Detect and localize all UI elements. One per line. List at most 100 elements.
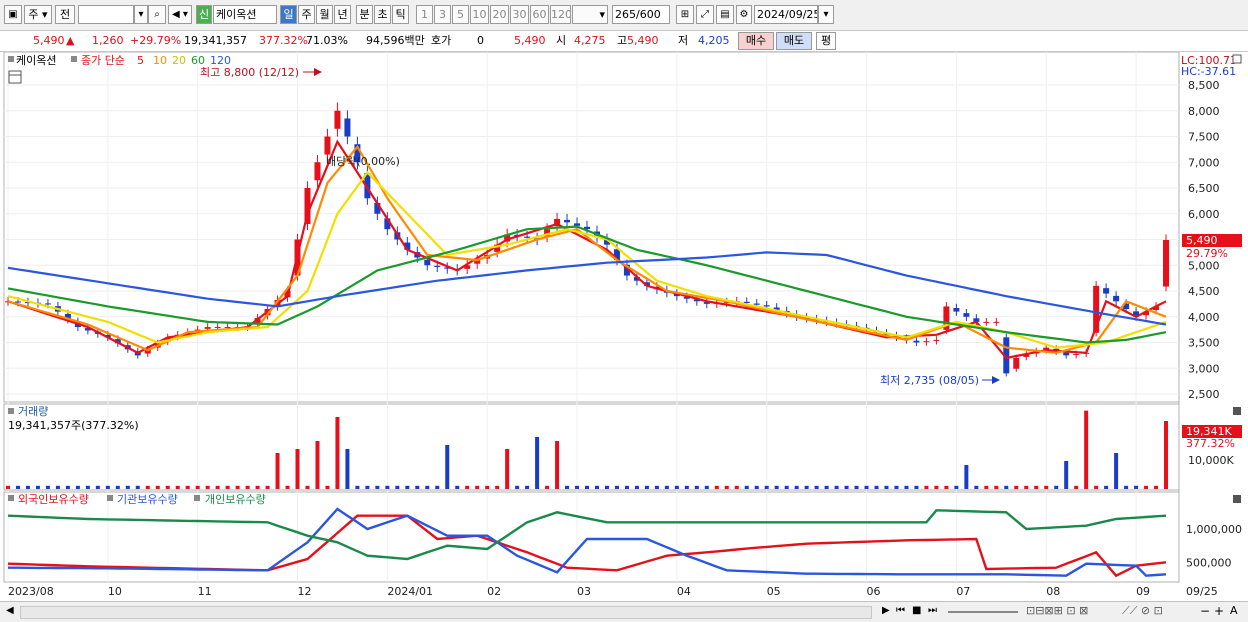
candle-body — [923, 341, 930, 343]
draw-icons[interactable]: ⟋⟋ ⊘ ⊡ — [1122, 604, 1163, 618]
volume-bar — [694, 485, 699, 489]
volume-bar — [894, 485, 899, 489]
code-dropdown-icon[interactable]: ▾ — [134, 5, 148, 24]
volume-bar — [1014, 485, 1019, 489]
open-value: 4,275 — [574, 34, 606, 47]
volume-bar — [974, 485, 979, 489]
volume-bar — [315, 441, 320, 489]
period-week-tab[interactable]: 주 — [298, 5, 315, 24]
volume-bar — [904, 485, 909, 489]
zoom-slider[interactable] — [948, 611, 1018, 613]
tool-icons[interactable]: ⊡⊟⊠⊞ ⊡ ⊠ — [1026, 604, 1088, 617]
first-icon[interactable]: ⏮ — [896, 605, 905, 616]
interval-select[interactable]: ▾ — [572, 5, 608, 24]
holdings-indiv-label[interactable]: 개인보유수량 — [205, 493, 266, 506]
eval-button[interactable]: 평 — [816, 32, 836, 50]
period-day-tab[interactable]: 일 — [280, 5, 297, 24]
stop-icon[interactable]: ■ — [912, 605, 921, 616]
legend-ma-5[interactable]: 5 — [137, 54, 144, 67]
volume-close-icon[interactable] — [1233, 407, 1241, 415]
change-value: 1,260 — [92, 34, 124, 47]
period-month-tab[interactable]: 월 — [316, 5, 333, 24]
scroll-left-icon[interactable]: ◀ — [6, 605, 14, 616]
scroll-right-icon[interactable]: ▶ — [882, 605, 890, 616]
candle-body — [434, 265, 441, 267]
volume-bar — [555, 441, 560, 489]
count-field[interactable]: 265/600 — [612, 5, 670, 24]
volume-bar — [1114, 453, 1119, 489]
period-second-tab[interactable]: 초 — [374, 5, 391, 24]
zoom-out-icon[interactable]: − — [1200, 604, 1210, 618]
legend-ma-20[interactable]: 20 — [172, 54, 186, 67]
draw-tool-icon[interactable]: ⤢ — [696, 5, 714, 24]
num-20-button[interactable]: 20 — [490, 5, 509, 24]
price-tick-label: 8,500 — [1188, 79, 1220, 92]
num-3-button[interactable]: 3 — [434, 5, 451, 24]
num-30-button[interactable]: 30 — [510, 5, 529, 24]
holdings-close-icon[interactable] — [1233, 495, 1241, 503]
num-60-button[interactable]: 60 — [530, 5, 549, 24]
volume-bar — [15, 485, 20, 489]
period-tick-tab[interactable]: 틱 — [392, 5, 409, 24]
candle-body — [344, 118, 351, 137]
scroll-bar[interactable]: ◀ ▶ ⏮ ■ ⏭ ⊡⊟⊠⊞ ⊡ ⊠ ⟋⟋ ⊘ ⊡ − + A — [0, 601, 1248, 622]
save-icon[interactable]: ▤ — [716, 5, 734, 24]
scroll-track[interactable] — [20, 606, 872, 619]
window-icon[interactable]: ▣ — [4, 5, 22, 24]
volume-bar — [1084, 410, 1089, 489]
x-tick-label: 10 — [108, 585, 122, 598]
candle-body — [334, 110, 341, 129]
price-tick-label: 5,000 — [1188, 259, 1220, 272]
sell-button[interactable]: 매도 — [776, 32, 812, 50]
candle-body — [1103, 288, 1110, 294]
chart-area[interactable]: 8,5008,0007,5007,0006,5006,0005,5005,000… — [0, 52, 1248, 601]
stock-name-field[interactable]: 케이옥션 — [213, 5, 277, 24]
volume-bar — [754, 485, 759, 489]
volume-bar — [1044, 485, 1049, 489]
zoom-in-icon[interactable]: + — [1214, 604, 1224, 618]
num-1-button[interactable]: 1 — [416, 5, 433, 24]
volume-bar — [545, 485, 550, 489]
holdings-inst-label[interactable]: 기관보유수량 — [117, 493, 178, 506]
x-tick-label: 05 — [767, 585, 781, 598]
search-icon[interactable]: ⌕ — [148, 5, 166, 24]
legend-ma-10[interactable]: 10 — [153, 54, 167, 67]
code-input[interactable]: 102370 — [78, 5, 134, 24]
auto-scale-icon[interactable]: A — [1230, 604, 1238, 617]
period-year-tab[interactable]: 년 — [334, 5, 351, 24]
candle-body — [214, 327, 221, 329]
num-10-button[interactable]: 10 — [470, 5, 489, 24]
volume-bar — [225, 485, 230, 489]
candle-body — [424, 259, 431, 266]
volume-bar — [594, 485, 599, 489]
period-minute-tab[interactable]: 분 — [356, 5, 373, 24]
volume-title[interactable]: 거래량 — [18, 405, 48, 418]
price-tick-label: 7,500 — [1188, 131, 1220, 144]
volume-square-icon — [8, 408, 14, 414]
legend-stock-name[interactable]: 케이옥션 — [16, 54, 56, 67]
speaker-icon[interactable]: ◀ ▾ — [168, 5, 192, 24]
num-5-button[interactable]: 5 — [452, 5, 469, 24]
volume-bar — [355, 485, 360, 489]
legend-ma-label[interactable]: 종가 단순 — [81, 54, 125, 67]
volume-bar — [85, 485, 90, 489]
holdings-foreign-label[interactable]: 외국인보유수량 — [18, 493, 89, 506]
volume-bar — [255, 485, 260, 489]
num-120-button[interactable]: 120 — [550, 5, 571, 24]
volume-bar — [455, 485, 460, 489]
last-icon[interactable]: ⏭ — [928, 605, 937, 616]
low-annotation: 최저 2,735 (08/05) — [880, 374, 979, 387]
candle-type-icon[interactable]: ⊞ — [676, 5, 694, 24]
gear-icon[interactable]: ⚙ — [736, 5, 752, 24]
x-tick-label: 11 — [198, 585, 212, 598]
mode-prev-button[interactable]: 전 — [55, 5, 75, 24]
price-panel-close-icon[interactable] — [1232, 54, 1242, 64]
quote-bar: 5,490 ▲ 1,260 +29.79% 19,341,357 377.32%… — [0, 31, 1248, 52]
buy-button[interactable]: 매수 — [738, 32, 774, 50]
calendar-dropdown-icon[interactable]: ▾ — [818, 5, 834, 24]
toolbar: ▣ 주 ▾ 전 102370 ▾ ⌕ ◀ ▾ 신 케이옥션 일 주 월 년 분 … — [0, 0, 1248, 31]
volume-bar — [395, 485, 400, 489]
date-field[interactable]: 2024/09/25 — [754, 5, 818, 24]
table-icon[interactable] — [8, 70, 22, 84]
mode-main-select[interactable]: 주 ▾ — [24, 5, 52, 24]
